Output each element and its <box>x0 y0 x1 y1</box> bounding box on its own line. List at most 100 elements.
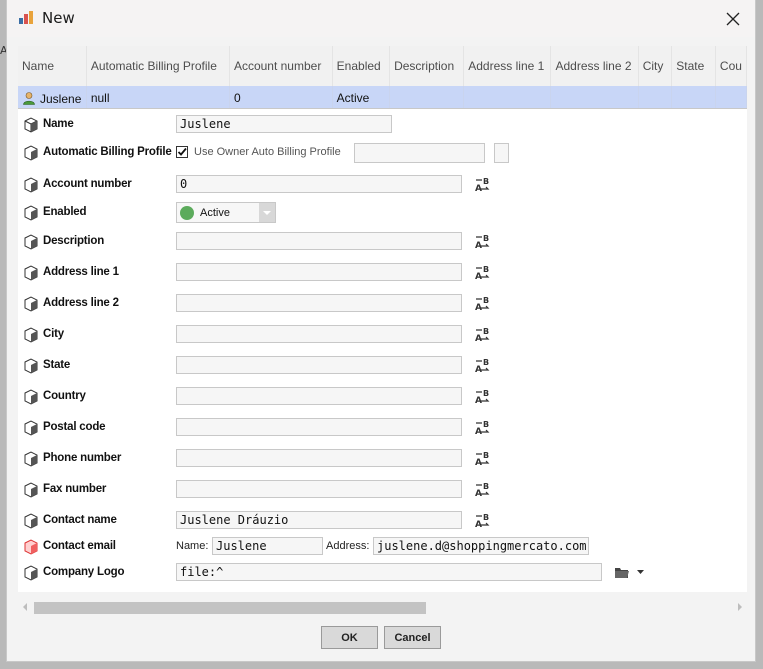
table-cell: null <box>86 86 230 108</box>
cell-text: Juslene <box>40 91 82 106</box>
address2-row: Address line 2 AB <box>18 293 747 315</box>
postal-code-field[interactable] <box>176 418 462 436</box>
svg-text:A: A <box>475 396 482 406</box>
table-cell <box>638 86 673 108</box>
ab-transform-icon[interactable]: AB <box>474 388 490 406</box>
property-cube-icon <box>24 145 38 161</box>
column-header[interactable]: Cou <box>715 46 747 86</box>
column-header[interactable]: Description <box>389 46 465 86</box>
property-cube-icon <box>24 358 38 374</box>
country-row: Country AB <box>18 386 747 408</box>
company-logo-field[interactable]: file:^ <box>176 563 602 581</box>
scroll-right-icon[interactable] <box>737 603 743 611</box>
property-cube-error-icon <box>24 539 38 555</box>
property-cube-icon <box>24 513 38 529</box>
cancel-button[interactable]: Cancel <box>384 626 441 649</box>
user-icon <box>23 91 35 105</box>
ab-transform-icon[interactable]: AB <box>474 481 490 499</box>
email-name-field[interactable]: Juslene <box>212 537 323 555</box>
checkmark-icon <box>177 147 187 156</box>
table-row[interactable]: Juslene null 0 Active <box>18 86 747 108</box>
enabled-select[interactable]: Active <box>176 202 276 223</box>
svg-text:B: B <box>483 327 489 336</box>
ok-button[interactable]: OK <box>321 626 378 649</box>
property-cube-icon <box>24 482 38 498</box>
property-cube-icon <box>24 117 38 133</box>
new-dialog: New Name Automatic Billing Profile Accou… <box>6 0 756 662</box>
folder-icon[interactable] <box>614 565 630 579</box>
column-header[interactable]: Name <box>18 46 87 86</box>
property-cube-icon <box>24 327 38 343</box>
ab-transform-icon[interactable]: AB <box>474 357 490 375</box>
address2-label: Address line 2 <box>43 297 119 309</box>
email-address-label: Address: <box>326 540 370 552</box>
column-header[interactable]: Account number <box>229 46 333 86</box>
enabled-row: Enabled Active <box>18 202 747 224</box>
use-owner-billing-checkbox[interactable] <box>176 146 188 158</box>
city-field[interactable] <box>176 325 462 343</box>
svg-text:B: B <box>483 177 489 186</box>
dialog-content: Name Automatic Billing Profile Account n… <box>18 46 747 614</box>
column-header[interactable]: Address line 1 <box>463 46 552 86</box>
ab-transform-icon[interactable]: AB <box>474 176 490 194</box>
close-button[interactable] <box>711 0 755 37</box>
horizontal-scrollbar[interactable] <box>18 599 747 615</box>
title-bar: New <box>7 0 755 37</box>
ab-transform-icon[interactable]: AB <box>474 264 490 282</box>
description-field[interactable] <box>176 232 462 250</box>
column-header[interactable]: Automatic Billing Profile <box>86 46 230 86</box>
phone-label: Phone number <box>43 452 122 464</box>
svg-text:B: B <box>483 358 489 367</box>
table-cell: 0 <box>229 86 333 108</box>
property-cube-icon <box>24 389 38 405</box>
state-label: State <box>43 359 71 371</box>
state-field[interactable] <box>176 356 462 374</box>
fax-field[interactable] <box>176 480 462 498</box>
city-label: City <box>43 328 64 340</box>
ab-transform-icon[interactable]: AB <box>474 419 490 437</box>
column-header[interactable]: Address line 2 <box>550 46 639 86</box>
fax-label: Fax number <box>43 483 107 495</box>
city-row: City AB <box>18 324 747 346</box>
contact-email-label: Contact email <box>43 540 116 552</box>
billing-profile-picker-button[interactable] <box>494 143 509 163</box>
email-name-label: Name: <box>176 540 209 552</box>
svg-text:A: A <box>475 272 482 282</box>
ab-transform-icon[interactable]: AB <box>474 295 490 313</box>
property-cube-icon <box>24 420 38 436</box>
svg-text:A: A <box>475 520 482 530</box>
scrollbar-thumb[interactable] <box>34 602 426 614</box>
ab-transform-icon[interactable]: AB <box>474 512 490 530</box>
address1-field[interactable] <box>176 263 462 281</box>
use-owner-billing-label: Use Owner Auto Billing Profile <box>194 146 341 158</box>
email-address-field[interactable]: juslene.d@shoppingmercato.com.br <box>373 537 589 555</box>
property-cube-icon <box>24 177 38 193</box>
ab-transform-icon[interactable]: AB <box>474 450 490 468</box>
table-cell <box>550 86 639 108</box>
svg-text:A: A <box>475 303 482 313</box>
svg-text:A: A <box>475 489 482 499</box>
records-table: Name Automatic Billing Profile Account n… <box>18 46 747 109</box>
chevron-down-icon[interactable] <box>637 570 644 575</box>
contact-name-field[interactable]: Juslene Dráuzio <box>176 511 462 529</box>
country-field[interactable] <box>176 387 462 405</box>
enabled-label: Enabled <box>43 206 87 218</box>
ab-transform-icon[interactable]: AB <box>474 326 490 344</box>
phone-field[interactable] <box>176 449 462 467</box>
column-header[interactable]: State <box>671 46 716 86</box>
billing-profile-field[interactable] <box>354 143 485 163</box>
auto-billing-row: Automatic Billing Profile Use Owner Auto… <box>18 142 747 164</box>
table-cell <box>715 86 747 108</box>
column-header[interactable]: City <box>638 46 673 86</box>
address2-field[interactable] <box>176 294 462 312</box>
column-header[interactable]: Enabled <box>332 46 391 86</box>
dropdown-arrow-icon[interactable] <box>259 203 275 222</box>
company-logo-row: Company Logo file:^ <box>18 562 747 584</box>
table-cell <box>389 86 465 108</box>
postal-code-row: Postal code AB <box>18 417 747 439</box>
name-field[interactable]: Juslene <box>176 115 392 133</box>
ab-transform-icon[interactable]: AB <box>474 233 490 251</box>
scroll-left-icon[interactable] <box>22 603 28 611</box>
account-number-field[interactable]: 0 <box>176 175 462 193</box>
property-cube-icon <box>24 565 38 581</box>
